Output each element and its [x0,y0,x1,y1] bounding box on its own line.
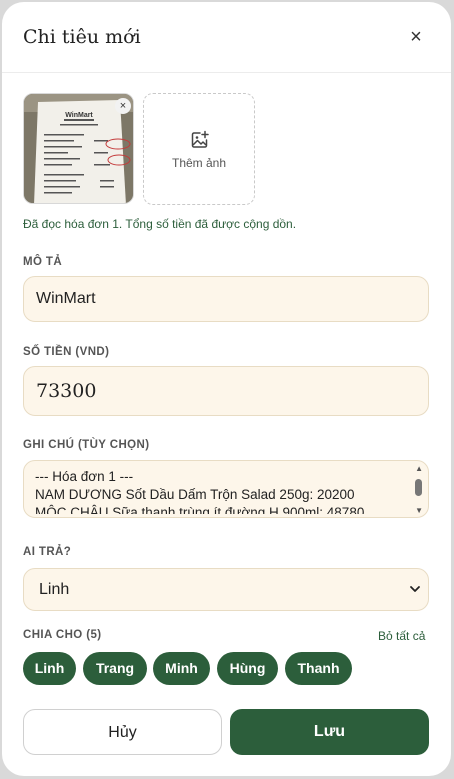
add-photo-button[interactable]: Thêm ảnh [143,93,255,205]
notes-line: NAM DƯƠNG Sốt Dầu Dấm Trộn Salad 250g: 2… [35,487,355,502]
cancel-button[interactable]: Hủy [23,709,222,755]
amount-input[interactable]: 73300 [23,366,429,416]
chevron-down-icon [410,586,420,592]
receipt-logo-text: WinMart [65,112,93,119]
notes-textarea[interactable]: --- Hóa đơn 1 --- NAM DƯƠNG Sốt Dầu Dấm … [23,460,429,518]
description-label: MÔ TẢ [23,256,63,268]
split-member-chip[interactable]: Linh [23,652,76,685]
scroll-up-icon[interactable]: ▲ [415,464,423,473]
new-expense-modal: Chi tiêu mới × WinMart × Thêm ảnh Đã đọc… [2,2,451,776]
receipt-thumbnail[interactable]: WinMart × [23,93,134,204]
notes-label: GHI CHÚ (TÙY CHỌN) [23,439,150,451]
clear-all-button[interactable]: Bỏ tất cả [378,629,425,643]
add-photo-label: Thêm ảnh [171,156,227,170]
notes-content: --- Hóa đơn 1 --- NAM DƯƠNG Sốt Dầu Dấm … [35,468,404,514]
image-add-icon [191,130,209,148]
modal-header: Chi tiêu mới × [2,2,451,73]
description-input[interactable]: WinMart [23,276,429,322]
close-icon[interactable]: × [405,26,427,48]
split-member-chip[interactable]: Thanh [285,652,352,685]
notes-scrollbar-thumb[interactable] [415,479,422,496]
notes-line: --- Hóa đơn 1 --- [35,469,134,484]
notes-line: MỘC CHÂU Sữa thanh trùng ít đường H 900m… [35,505,365,514]
payer-selected-value: Linh [39,581,70,598]
payer-label: AI TRẢ? [23,546,72,558]
modal-title: Chi tiêu mới [23,26,141,48]
remove-photo-icon[interactable]: × [115,98,131,114]
amount-value: 73300 [36,380,97,402]
save-button[interactable]: Lưu [230,709,429,755]
split-member-chip[interactable]: Hùng [217,652,278,685]
split-label: CHIA CHO (5) [23,629,102,641]
payer-select[interactable]: Linh [23,568,429,611]
description-value: WinMart [36,290,96,307]
split-member-chip[interactable]: Minh [153,652,210,685]
scroll-down-icon[interactable]: ▼ [415,506,423,515]
ocr-status-message: Đã đọc hóa đơn 1. Tổng số tiền đã được c… [23,217,297,231]
split-member-chip[interactable]: Trang [83,652,147,685]
amount-label: SỐ TIỀN (VND) [23,346,110,358]
